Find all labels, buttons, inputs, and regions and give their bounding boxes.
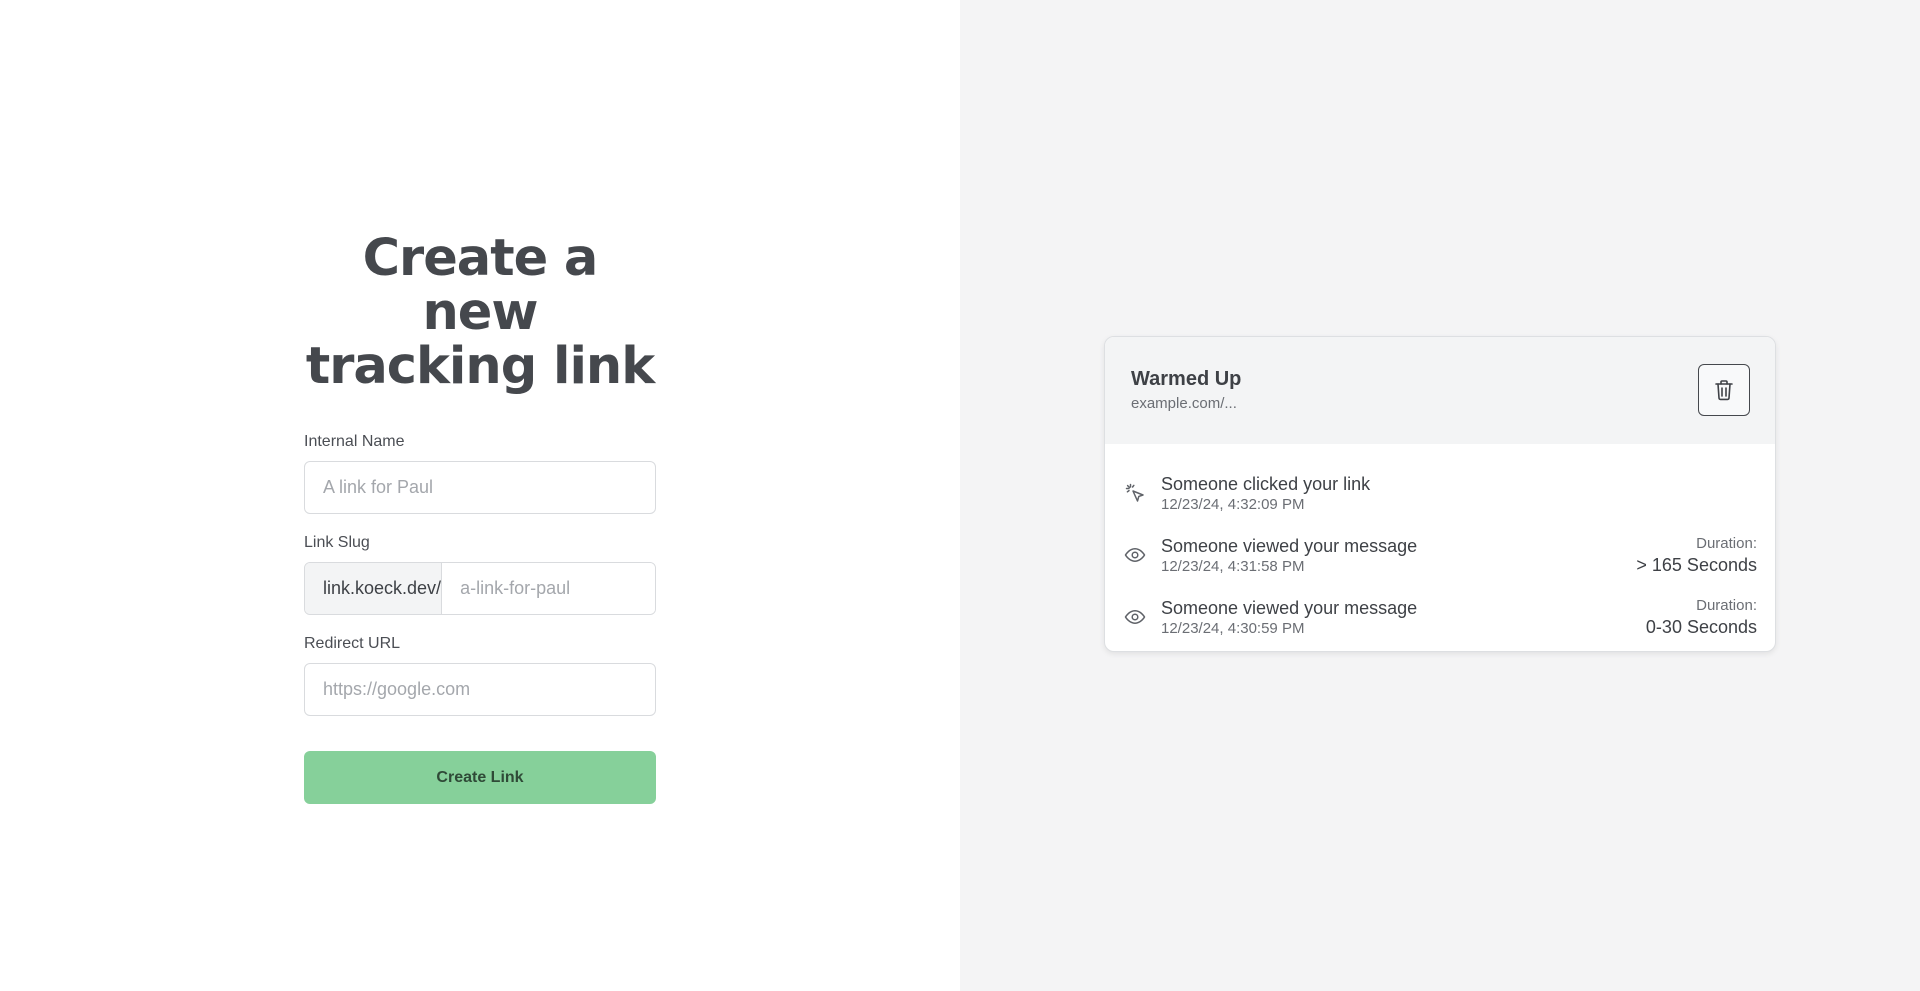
page-title-line-2: tracking link	[305, 337, 655, 396]
event-title: Someone clicked your link	[1161, 473, 1371, 494]
create-link-pane: Create a new tracking link Internal Name…	[0, 0, 960, 991]
event-text: Someone viewed your message 12/23/24, 4:…	[1161, 535, 1636, 576]
eye-icon	[1123, 605, 1147, 629]
link-slug-field-group: link.koeck.dev/	[304, 562, 656, 615]
link-slug-prefix: link.koeck.dev/	[305, 563, 443, 614]
pointer-click-icon	[1123, 481, 1147, 505]
delete-link-button[interactable]	[1698, 364, 1750, 416]
duration-label: Duration:	[1696, 534, 1757, 552]
event-time: 12/23/24, 4:30:59 PM	[1161, 619, 1305, 637]
page-title: Create a new tracking link	[304, 232, 656, 394]
event-text: Someone clicked your link 12/23/24, 4:32…	[1161, 473, 1757, 514]
eye-icon	[1123, 543, 1147, 567]
create-link-button[interactable]: Create Link	[304, 751, 656, 804]
event-time: 12/23/24, 4:31:58 PM	[1161, 557, 1305, 575]
event-list: Someone clicked your link 12/23/24, 4:32…	[1105, 444, 1775, 648]
event-title: Someone viewed your message	[1161, 535, 1418, 556]
event-duration: Duration: > 165 Seconds	[1636, 534, 1757, 577]
page: Create a new tracking link Internal Name…	[0, 0, 1920, 991]
link-slug-input[interactable]	[442, 563, 655, 614]
event-time: 12/23/24, 4:32:09 PM	[1161, 495, 1305, 513]
duration-value: > 165 Seconds	[1636, 554, 1757, 575]
event-row: Someone viewed your message 12/23/24, 4:…	[1123, 524, 1757, 586]
link-card: Warmed Up example.com/... Someone clicke…	[1104, 336, 1776, 652]
redirect-url-input[interactable]	[304, 663, 656, 716]
duration-label: Duration:	[1696, 596, 1757, 614]
redirect-url-label: Redirect URL	[304, 635, 401, 652]
event-row: Someone clicked your link 12/23/24, 4:32…	[1123, 462, 1757, 524]
event-title: Someone viewed your message	[1161, 597, 1418, 618]
event-duration: Duration: 0-30 Seconds	[1646, 596, 1757, 639]
link-card-header: Warmed Up example.com/...	[1105, 337, 1775, 444]
link-slug-label: Link Slug	[304, 534, 370, 551]
link-card-url: example.com/...	[1131, 395, 1237, 412]
event-text: Someone viewed your message 12/23/24, 4:…	[1161, 597, 1646, 638]
internal-name-label: Internal Name	[304, 433, 405, 450]
link-card-title: Warmed Up	[1131, 368, 1242, 390]
page-title-line-1: Create a new	[362, 229, 599, 342]
event-row: Someone viewed your message 12/23/24, 4:…	[1123, 586, 1757, 648]
duration-value: 0-30 Seconds	[1645, 616, 1757, 637]
links-pane: Warmed Up example.com/... Someone clicke…	[960, 0, 1920, 991]
internal-name-input[interactable]	[304, 461, 656, 514]
trash-icon	[1714, 379, 1734, 401]
create-link-form: Create a new tracking link Internal Name…	[304, 232, 656, 804]
